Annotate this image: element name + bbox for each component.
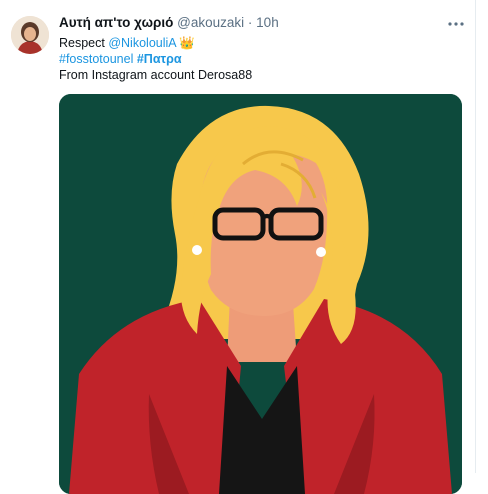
mention-link[interactable]: @NikolouliA: [108, 36, 176, 50]
right-gutter: [476, 0, 488, 473]
more-options-button[interactable]: [444, 12, 468, 36]
tweet-timestamp[interactable]: 10h: [256, 15, 279, 30]
user-handle[interactable]: @akouzaki: [177, 15, 244, 30]
crown-emoji: 👑: [179, 36, 195, 50]
tweet-text-respect: Respect: [59, 36, 109, 50]
hashtag-fosstotounel[interactable]: #fosstotounel: [59, 52, 133, 66]
tweet-text-line-3: From Instagram account Derosa88: [59, 68, 253, 82]
more-horizontal-icon: [448, 22, 464, 26]
portrait-illustration: [59, 94, 462, 494]
display-name[interactable]: Αυτή απ'το χωριό: [59, 15, 173, 30]
avatar-illustration: [11, 16, 49, 54]
tweet-text-line-1: Respect @NikolouliA 👑: [59, 35, 195, 51]
hashtag-patra[interactable]: #Πατρα: [137, 52, 182, 66]
avatar[interactable]: [11, 16, 49, 54]
tweet-text-line-2: #fosstotounel #Πατρα: [59, 51, 182, 67]
separator-dot: ·: [247, 15, 253, 30]
tweet-card[interactable]: Αυτή απ'το χωριό @akouzaki · 10h Respect…: [0, 0, 476, 494]
tweet-header: Αυτή απ'το χωριό @akouzaki · 10h: [59, 14, 279, 32]
tweet-image[interactable]: [59, 94, 462, 494]
